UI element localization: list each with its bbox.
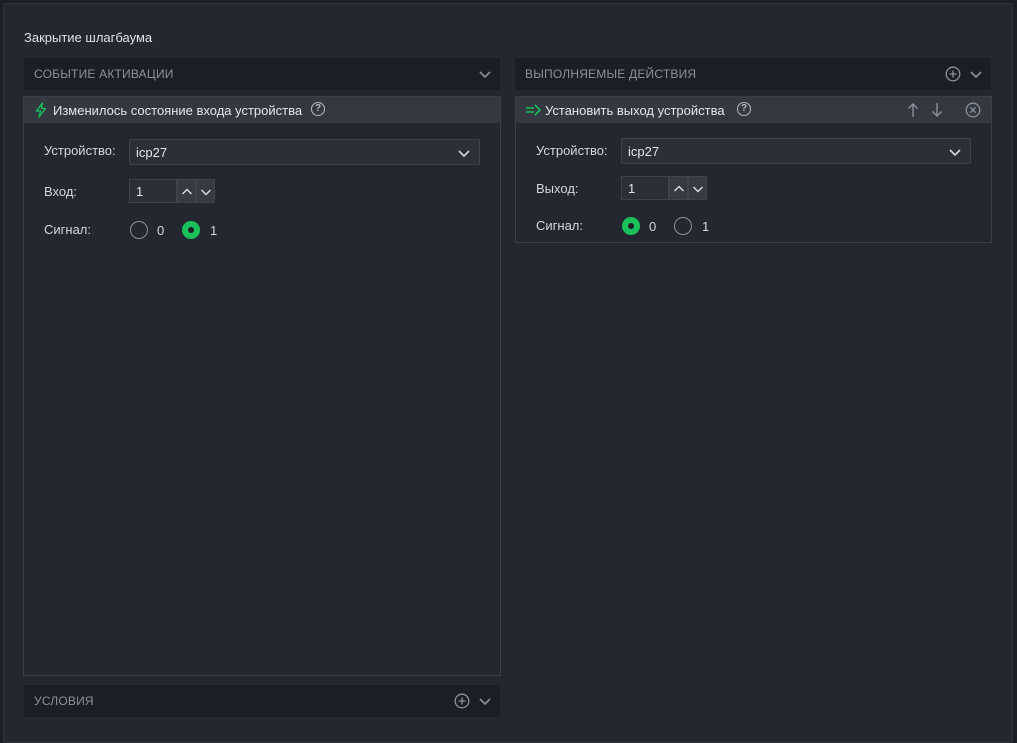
device-select[interactable]: icp27: [129, 139, 480, 165]
actions-section-header[interactable]: ВЫПОЛНЯЕМЫЕ ДЕЙСТВИЯ: [515, 58, 991, 90]
signal-radio-0[interactable]: [622, 217, 640, 235]
activation-section-header[interactable]: СОБЫТИЕ АКТИВАЦИИ: [24, 58, 500, 90]
lightning-icon: [35, 102, 47, 118]
input-stepper[interactable]: 1: [129, 179, 215, 203]
chevron-down-icon[interactable]: [969, 67, 983, 81]
signal-option-0-label: 0: [157, 223, 165, 238]
chevron-down-icon: [458, 150, 470, 158]
device-label: Устройство:: [536, 143, 608, 158]
trigger-title: Изменилось состояние входа устройства: [53, 103, 303, 118]
signal-label: Сигнал:: [536, 218, 583, 233]
arrow-right-lines-icon: [526, 104, 542, 116]
signal-radio-1[interactable]: [674, 217, 692, 235]
chevron-down-icon: [949, 149, 961, 157]
device-select[interactable]: icp27: [621, 138, 971, 164]
output-value: 1: [628, 181, 636, 196]
rule-title: Закрытие шлагбаума: [24, 30, 153, 45]
signal-option-1-label: 1: [210, 223, 218, 238]
arrow-down-icon[interactable]: [929, 102, 945, 118]
action-title: Установить выход устройства: [545, 103, 725, 118]
increment-button[interactable]: [669, 176, 688, 200]
signal-radio-1[interactable]: [182, 221, 200, 239]
signal-label: Сигнал:: [44, 222, 91, 237]
activation-section-label: СОБЫТИЕ АКТИВАЦИИ: [34, 67, 174, 81]
chevron-down-icon[interactable]: [478, 694, 492, 708]
conditions-section-header[interactable]: УСЛОВИЯ: [24, 685, 500, 717]
output-label: Выход:: [536, 181, 579, 196]
chevron-up-icon: [181, 188, 193, 195]
conditions-section-label: УСЛОВИЯ: [34, 694, 94, 708]
action-card: Установить выход устройства ? Устройство…: [515, 96, 992, 243]
device-value: icp27: [628, 144, 660, 159]
chevron-down-icon: [692, 186, 704, 193]
device-label: Устройство:: [44, 143, 116, 158]
device-value: icp27: [136, 145, 168, 160]
help-icon[interactable]: ?: [311, 102, 325, 116]
plus-circle-icon[interactable]: [945, 66, 961, 82]
output-stepper[interactable]: 1: [621, 176, 707, 200]
decrement-button[interactable]: [688, 176, 707, 200]
close-circle-icon[interactable]: [965, 102, 981, 118]
action-card-header: Установить выход устройства ?: [516, 97, 991, 123]
arrow-up-icon[interactable]: [905, 102, 921, 118]
chevron-down-icon[interactable]: [478, 67, 492, 81]
actions-section-label: ВЫПОЛНЯЕМЫЕ ДЕЙСТВИЯ: [525, 67, 697, 81]
rule-editor: Закрытие шлагбаума СОБЫТИЕ АКТИВАЦИИ Изм…: [3, 3, 1013, 743]
input-value: 1: [136, 184, 144, 199]
decrement-button[interactable]: [196, 179, 215, 203]
chevron-up-icon: [673, 185, 685, 192]
signal-option-0-label: 0: [649, 219, 657, 234]
trigger-card-header: Изменилось состояние входа устройства ?: [24, 97, 500, 123]
input-label: Вход:: [44, 184, 78, 199]
activation-panel: Изменилось состояние входа устройства ? …: [23, 96, 501, 676]
input-field[interactable]: 1: [129, 179, 177, 203]
signal-radio-0[interactable]: [130, 221, 148, 239]
signal-option-1-label: 1: [702, 219, 710, 234]
increment-button[interactable]: [177, 179, 196, 203]
output-field[interactable]: 1: [621, 176, 669, 200]
help-icon[interactable]: ?: [737, 102, 751, 116]
chevron-down-icon: [200, 189, 212, 196]
plus-circle-icon[interactable]: [454, 693, 470, 709]
